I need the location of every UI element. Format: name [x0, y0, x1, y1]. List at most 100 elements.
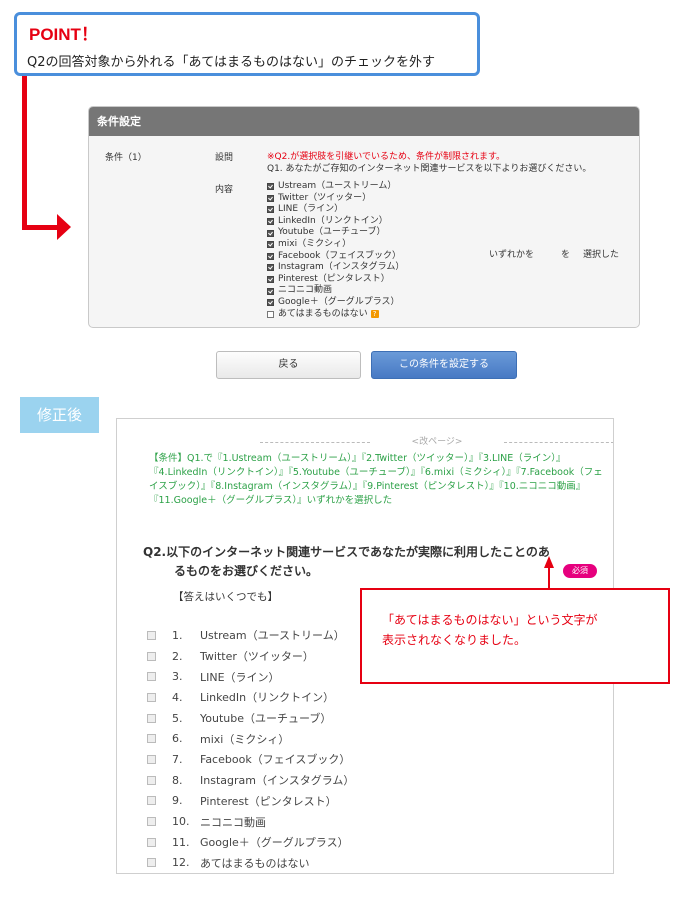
checkbox[interactable]: [267, 299, 274, 307]
checkbox[interactable]: [147, 692, 156, 702]
answer-item[interactable]: 7. Facebook（フェイスブック）: [147, 749, 354, 770]
answer-number: 7.: [172, 752, 183, 766]
option-item[interactable]: Twitter（ツイッター）: [267, 193, 404, 205]
option-label: Instagram（インスタグラム）: [278, 262, 405, 273]
required-badge: 必須: [563, 564, 597, 578]
checkbox[interactable]: [147, 713, 156, 723]
point-title: POINT！: [29, 25, 98, 44]
explanation-callout: 「あてはまるものはない」という文字が 表示されなくなりました。: [360, 588, 670, 684]
answer-label: Facebook（フェイスブック）: [200, 753, 351, 767]
point-text: Q2の回答対象から外れる「あてはまるものはない」のチェックを外す: [27, 55, 435, 70]
answer-number: 1.: [172, 628, 183, 642]
option-label: LinkedIn（リンクトイン）: [278, 215, 388, 226]
answer-item[interactable]: 11. Google＋（グーグルプラス）: [147, 832, 354, 853]
question-title: Q2.以下のインターネット関連サービスであなたが実際に利用したことのあ るものを…: [143, 543, 563, 581]
answer-label: Ustream（ユーストリーム）: [200, 629, 345, 643]
option-item[interactable]: Instagram（インスタグラム）: [267, 262, 404, 274]
point-callout: POINT！ Q2の回答対象から外れる「あてはまるものはない」のチェックを外す: [14, 12, 480, 76]
panel-header: 条件設定: [89, 107, 639, 136]
option-item[interactable]: LinkedIn（リンクトイン）: [267, 216, 404, 228]
answer-item[interactable]: 2. Twitter（ツイッター）: [147, 646, 354, 667]
checkbox[interactable]: [267, 206, 274, 214]
after-fix-label: 修正後: [20, 397, 99, 433]
checkbox[interactable]: [267, 229, 274, 237]
answer-list: 1. Ustream（ユーストリーム） 2. Twitter（ツイッター） 3. LI…: [147, 625, 354, 873]
checkbox[interactable]: [267, 218, 274, 226]
checkbox[interactable]: [267, 252, 274, 260]
option-item[interactable]: Pinterest（ピンタレスト）: [267, 274, 404, 286]
checkbox[interactable]: [147, 817, 156, 827]
checkbox[interactable]: [147, 837, 156, 847]
answer-item[interactable]: 5. Youtube（ユーチューブ）: [147, 708, 354, 729]
option-item[interactable]: Youtube（ユーチューブ）: [267, 227, 404, 239]
red-arrow-line: [22, 76, 27, 230]
checkbox[interactable]: [147, 858, 156, 868]
option-item[interactable]: Google＋（グーグルプラス）: [267, 297, 404, 309]
answer-item[interactable]: 8. Instagram（インスタグラム）: [147, 770, 354, 791]
particle-label: を: [561, 250, 571, 260]
condition-settings-panel: 条件設定 条件（1） 設問 内容 ※Q2.が選択肢を引継いでいるため、条件が制限…: [88, 106, 640, 328]
checkbox[interactable]: [267, 183, 274, 191]
answer-item[interactable]: 4. LinkedIn（リンクトイン）: [147, 687, 354, 708]
option-label: Twitter（ツイッター）: [278, 192, 372, 203]
answer-label: Youtube（ユーチューブ）: [200, 712, 332, 726]
selected-label: 選択した: [583, 250, 620, 260]
info-icon[interactable]: ?: [370, 310, 379, 319]
question-label: 設問: [215, 153, 234, 163]
answer-label: Twitter（ツイッター）: [200, 650, 314, 664]
question-title-line1: Q2.以下のインターネット関連サービスであなたが実際に利用したことのあ: [143, 545, 550, 559]
set-condition-button[interactable]: この条件を設定する: [371, 351, 517, 379]
option-item[interactable]: mixi（ミクシィ）: [267, 239, 404, 251]
back-button[interactable]: 戻る: [216, 351, 361, 379]
answer-number: 4.: [172, 690, 183, 704]
answer-hint: 【答えはいくつでも】: [173, 591, 278, 603]
arrow-up-icon: [544, 556, 554, 568]
option-item[interactable]: LINE（ライン）: [267, 204, 404, 216]
checkbox[interactable]: [267, 194, 274, 202]
answer-label: ニコニコ動画: [200, 815, 266, 829]
answer-item[interactable]: 1. Ustream（ユーストリーム）: [147, 625, 354, 646]
answer-label: LinkedIn（リンクトイン）: [200, 691, 335, 705]
checkbox[interactable]: [147, 651, 156, 661]
option-item[interactable]: ニコニコ動画: [267, 285, 404, 297]
option-item[interactable]: Facebook（フェイスブック）: [267, 251, 404, 263]
answer-label: あてはまるものはない: [200, 856, 310, 870]
checkbox[interactable]: [147, 754, 156, 764]
option-label: あてはまるものはない: [278, 308, 368, 319]
answer-item[interactable]: 12. あてはまるものはない: [147, 853, 354, 873]
answer-number: 9.: [172, 794, 183, 808]
answer-item[interactable]: 6. mixi（ミクシィ）: [147, 728, 354, 749]
question-text: Q1. あなたがご存知のインターネット関連サービスを以下よりお選びください。: [267, 164, 592, 174]
answer-number: 5.: [172, 711, 183, 725]
option-list: Ustream（ユーストリーム） Twitter（ツイッター） LINE（ライン…: [267, 181, 404, 320]
option-label: Facebook（フェイスブック）: [278, 250, 402, 261]
answer-number: 8.: [172, 773, 183, 787]
callout-line2: 表示されなくなりました。: [382, 633, 527, 647]
option-label: LINE（ライン）: [278, 204, 344, 215]
checkbox[interactable]: [147, 734, 156, 744]
checkbox[interactable]: [267, 287, 274, 295]
checkbox[interactable]: [147, 630, 156, 640]
checkbox[interactable]: [267, 264, 274, 272]
option-label: Pinterest（ピンタレスト）: [278, 273, 390, 284]
answer-item[interactable]: 3. LINE（ライン）: [147, 666, 354, 687]
checkbox[interactable]: [147, 775, 156, 785]
answer-item[interactable]: 10. ニコニコ動画: [147, 811, 354, 832]
option-item[interactable]: Ustream（ユーストリーム）: [267, 181, 404, 193]
content-label: 内容: [215, 185, 234, 195]
checkbox[interactable]: [267, 241, 274, 249]
checkbox[interactable]: [267, 310, 274, 318]
condition-summary: 【条件】Q1.で『1.Ustream（ユーストリーム）』『2.Twitter（ツ…: [149, 453, 603, 506]
checkbox[interactable]: [267, 276, 274, 284]
answer-number: 6.: [172, 732, 183, 746]
answer-item[interactable]: 9. Pinterest（ピンタレスト）: [147, 791, 354, 812]
callout-line1: 「あてはまるものはない」という文字が: [382, 613, 598, 627]
answer-label: Pinterest（ピンタレスト）: [200, 794, 337, 808]
answer-number: 3.: [172, 670, 183, 684]
option-label: Google＋（グーグルプラス）: [278, 296, 400, 307]
checkbox[interactable]: [147, 672, 156, 682]
callout-pointer-line: [548, 568, 550, 590]
checkbox[interactable]: [147, 796, 156, 806]
question-title-line2: るものをお選びください。: [174, 564, 319, 578]
option-item[interactable]: あてはまるものはない?: [267, 309, 404, 321]
